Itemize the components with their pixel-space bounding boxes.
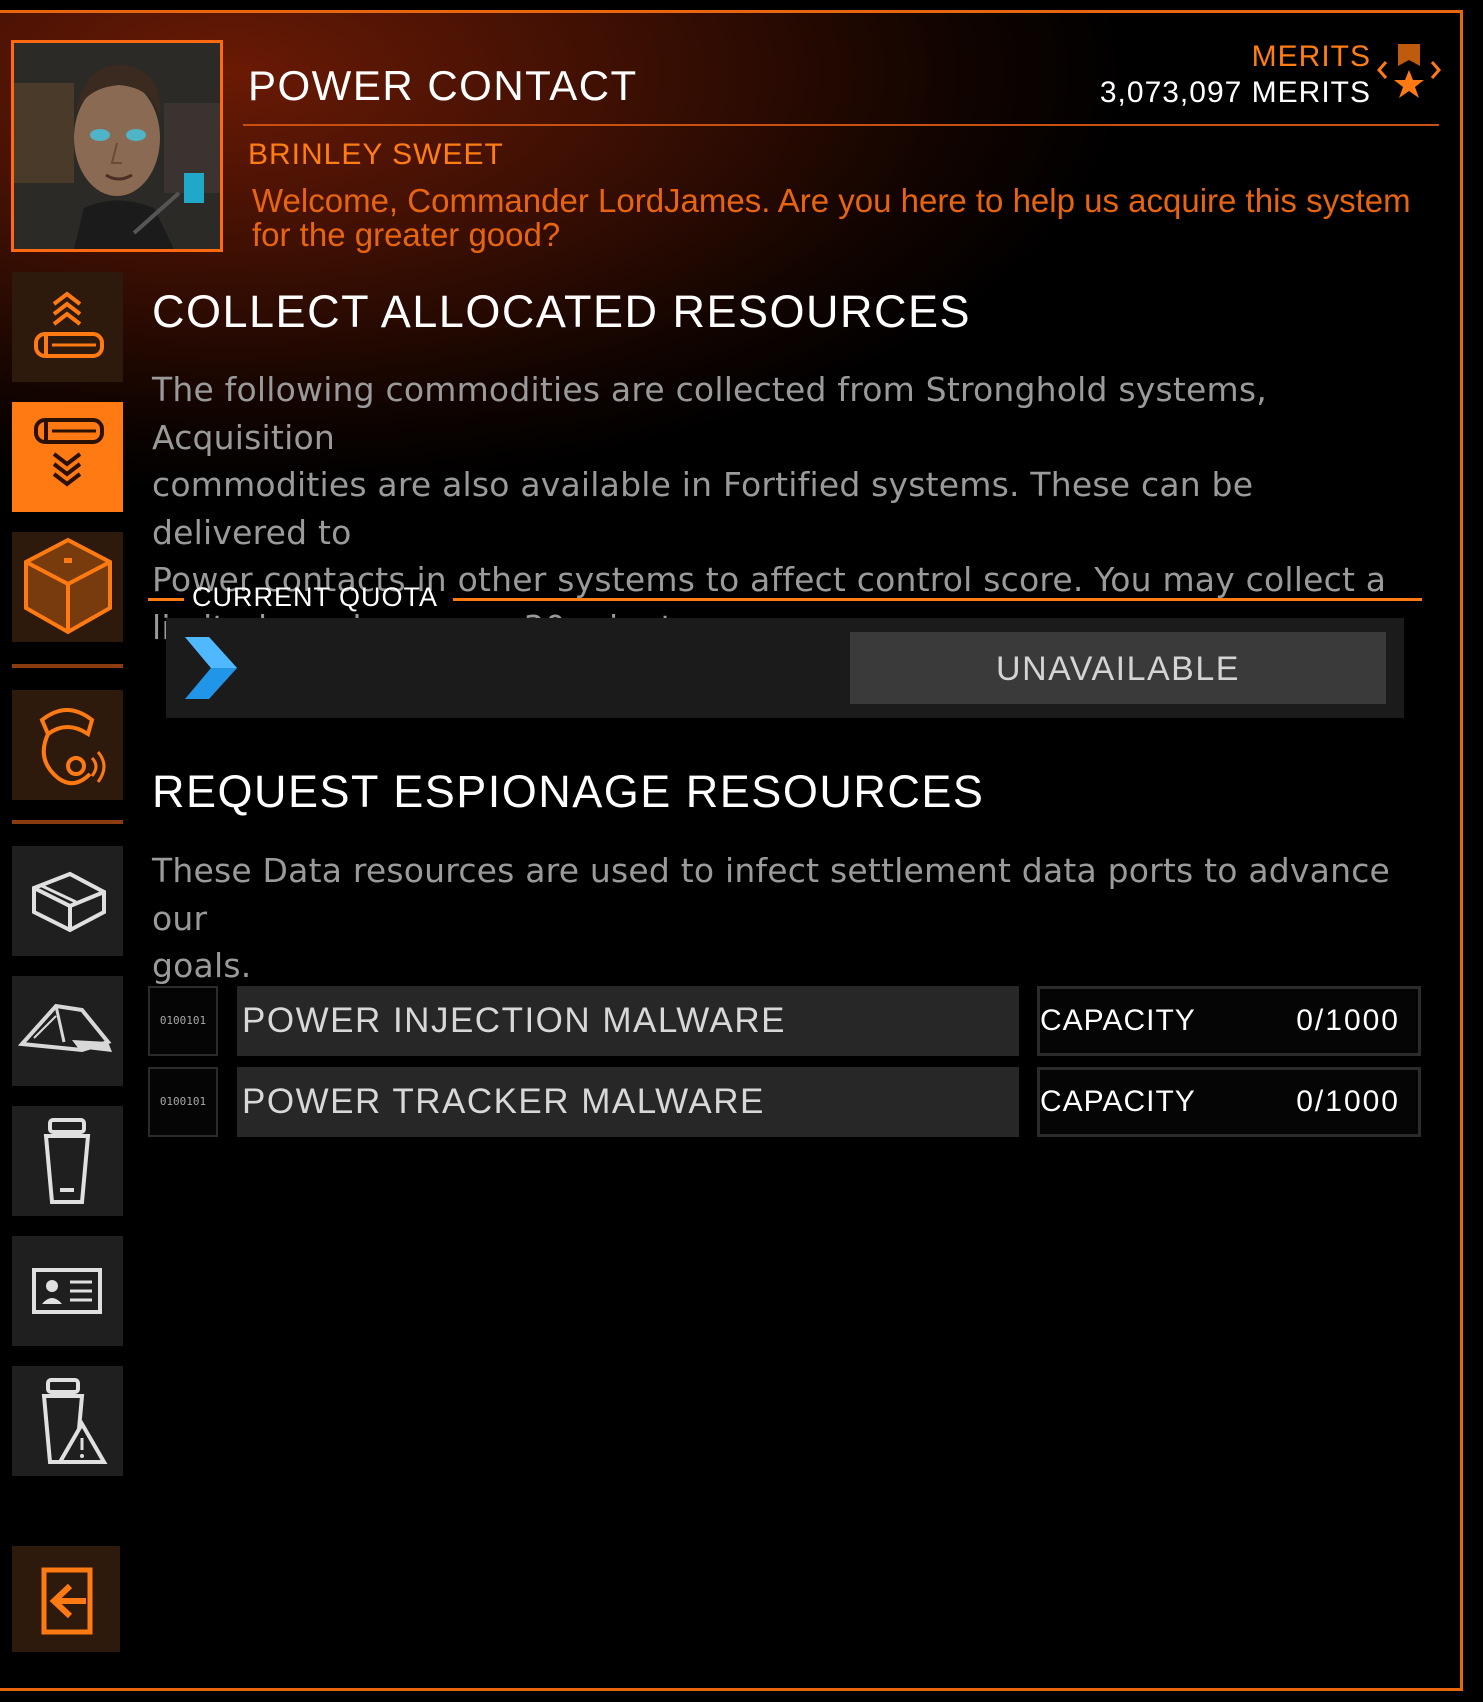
header-divider bbox=[243, 124, 1439, 126]
welcome-message: Welcome, Commander LordJames. Are you he… bbox=[252, 182, 1411, 253]
canister-icon bbox=[43, 1118, 91, 1204]
merits-label: MERITS bbox=[1251, 40, 1371, 73]
malware-item-injection[interactable]: POWER INJECTION MALWARE bbox=[237, 986, 1019, 1056]
espionage-description-line: goals. bbox=[152, 946, 252, 985]
page-title: POWER CONTACT bbox=[248, 62, 638, 109]
headset-icon bbox=[39, 708, 106, 786]
capacity-value: 0/1000 bbox=[1296, 1085, 1400, 1118]
sidebar-divider bbox=[12, 820, 123, 824]
download-cargo-icon bbox=[34, 418, 104, 487]
sidebar-item-package[interactable] bbox=[12, 846, 123, 956]
sidebar-item-id[interactable] bbox=[12, 1236, 123, 1346]
data-code-icon: 0100101 bbox=[148, 986, 218, 1056]
quota-divider-right bbox=[453, 598, 1422, 601]
salvage-icon bbox=[17, 1003, 112, 1053]
sidebar-item-canister[interactable] bbox=[12, 1106, 123, 1216]
cargo-box-icon bbox=[24, 537, 112, 635]
capacity-label: CAPACITY bbox=[1040, 1004, 1196, 1037]
merits-rank-icon[interactable] bbox=[1376, 40, 1442, 112]
sidebar-item-salvage[interactable] bbox=[12, 976, 123, 1086]
power-contact-screen: POWER CONTACT MERITS 3,073,097 MERITS BR… bbox=[0, 0, 1483, 1702]
chevron-right-icon bbox=[185, 637, 237, 699]
package-icon bbox=[32, 871, 106, 933]
collect-description-line: commodities are also available in Fortif… bbox=[152, 465, 1254, 552]
sidebar-item-hazard[interactable] bbox=[12, 1366, 123, 1476]
data-code-icon: 0100101 bbox=[148, 1067, 218, 1137]
malware-item-tracker[interactable]: POWER TRACKER MALWARE bbox=[237, 1067, 1019, 1137]
quota-unavailable-button[interactable]: UNAVAILABLE bbox=[850, 632, 1386, 704]
collect-description-line: The following commodities are collected … bbox=[152, 370, 1267, 457]
espionage-description: These Data resources are used to infect … bbox=[152, 847, 1412, 990]
espionage-description-line: These Data resources are used to infect … bbox=[152, 851, 1391, 938]
sidebar-item-exit[interactable] bbox=[12, 1546, 120, 1652]
exit-icon bbox=[41, 1567, 93, 1635]
sidebar-item-collect[interactable] bbox=[12, 402, 123, 512]
sidebar-divider bbox=[12, 664, 123, 668]
merits-value: 3,073,097 MERITS bbox=[1099, 76, 1371, 109]
espionage-section-title: REQUEST ESPIONAGE RESOURCES bbox=[152, 766, 985, 817]
contact-name: BRINLEY SWEET bbox=[248, 138, 504, 171]
capacity-label: CAPACITY bbox=[1040, 1085, 1196, 1118]
collect-section-title: COLLECT ALLOCATED RESOURCES bbox=[152, 286, 972, 337]
capacity-value: 0/1000 bbox=[1296, 1004, 1400, 1037]
sidebar-item-deliver[interactable] bbox=[12, 272, 123, 382]
upload-cargo-icon bbox=[34, 291, 104, 358]
sidebar-item-contact[interactable] bbox=[12, 690, 123, 800]
sidebar-item-box[interactable] bbox=[12, 532, 123, 642]
quota-divider-left bbox=[148, 598, 184, 601]
hazard-canister-icon bbox=[41, 1378, 108, 1464]
id-card-icon bbox=[32, 1268, 102, 1314]
contact-portrait bbox=[11, 40, 223, 252]
quota-label: CURRENT QUOTA bbox=[192, 582, 439, 612]
